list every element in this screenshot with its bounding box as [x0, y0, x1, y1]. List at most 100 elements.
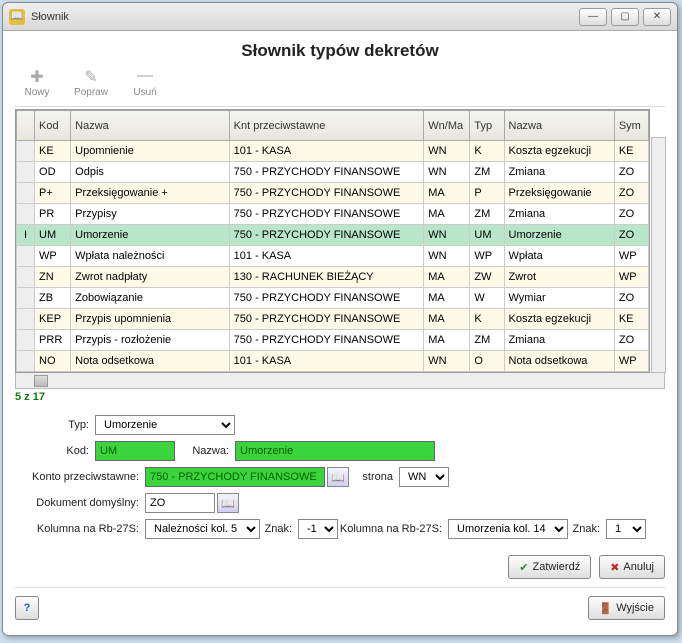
label-konto: Konto przeciwstawne: — [15, 471, 145, 483]
cross-icon: ✖ — [610, 561, 619, 574]
grid-outer: Kod Nazwa Knt przeciwstawne Wn/Ma Typ Na… — [15, 107, 650, 373]
table-row[interactable]: ODOdpis750 - PRZYCHODY FINANSOWEWNZMZmia… — [17, 162, 649, 183]
rb27s-2-select[interactable]: Umorzenia kol. 14 — [448, 519, 568, 539]
cell-sym: KE — [614, 309, 648, 330]
window: 📖 Słownik — ▢ ✕ Słownik typów dekretów ✚… — [2, 2, 678, 636]
table-row[interactable]: IUMUmorzenie750 - PRZYCHODY FINANSOWEWNU… — [17, 225, 649, 246]
cell-wnma: MA — [424, 309, 470, 330]
cancel-button[interactable]: ✖Anuluj — [599, 555, 665, 579]
cell-nazwa: Przypisy — [71, 204, 230, 225]
cell-nazwa: Zobowiązanie — [71, 288, 230, 309]
cell-knt: 750 - PRZYCHODY FINANSOWE — [229, 183, 424, 204]
col-knt[interactable]: Knt przeciwstawne — [229, 111, 424, 141]
cell-sym: ZO — [614, 183, 648, 204]
row-indicator — [17, 162, 35, 183]
znak-2-select[interactable]: 1 — [606, 519, 646, 539]
cell-typ: ZM — [470, 330, 504, 351]
dokument-lookup-button[interactable]: 📖 — [217, 493, 239, 513]
strona-select[interactable]: WN — [399, 467, 449, 487]
konto-field[interactable]: 750 - PRZYCHODY FINANSOWE — [145, 467, 325, 487]
col-nazwa2[interactable]: Nazwa — [504, 111, 614, 141]
book-icon: 📖 — [331, 471, 345, 484]
label-nazwa: Nazwa: — [175, 445, 235, 457]
cell-knt: 101 - KASA — [229, 246, 424, 267]
col-typ[interactable]: Typ — [470, 111, 504, 141]
vertical-scrollbar[interactable] — [651, 137, 666, 373]
col-kod[interactable]: Kod — [35, 111, 71, 141]
table-row[interactable]: PRPrzypisy750 - PRZYCHODY FINANSOWEMAZMZ… — [17, 204, 649, 225]
table-row[interactable]: KEUpomnienie101 - KASAWNKKoszta egzekucj… — [17, 141, 649, 162]
table-row[interactable]: NONota odsetkowa101 - KASAWNONota odsetk… — [17, 351, 649, 372]
cell-kod: KEP — [35, 309, 71, 330]
cell-kod: ZN — [35, 267, 71, 288]
cell-typ: WP — [470, 246, 504, 267]
confirm-button[interactable]: ✔Zatwierdź — [508, 555, 591, 579]
table-row[interactable]: KEPPrzypis upomnienia750 - PRZYCHODY FIN… — [17, 309, 649, 330]
rb27s-1-select[interactable]: Należności kol. 5 — [145, 519, 260, 539]
cell-sym: ZO — [614, 330, 648, 351]
cell-nazwa2: Wpłata — [504, 246, 614, 267]
help-button[interactable]: ? — [15, 596, 39, 620]
table-row[interactable]: WPWpłata należności101 - KASAWNWPWpłataW… — [17, 246, 649, 267]
header-row: Kod Nazwa Knt przeciwstawne Wn/Ma Typ Na… — [17, 111, 649, 141]
cell-nazwa2: Zwrot — [504, 267, 614, 288]
cell-sym: ZO — [614, 288, 648, 309]
cell-sym: ZO — [614, 225, 648, 246]
col-sym[interactable]: Sym — [614, 111, 648, 141]
cell-nazwa2: Koszta egzekucji — [504, 309, 614, 330]
table-row[interactable]: ZNZwrot nadpłaty130 - RACHUNEK BIEŻĄCYMA… — [17, 267, 649, 288]
cell-nazwa2: Umorzenie — [504, 225, 614, 246]
cell-knt: 750 - PRZYCHODY FINANSOWE — [229, 309, 424, 330]
table-row[interactable]: PRRPrzypis - rozłożenie750 - PRZYCHODY F… — [17, 330, 649, 351]
app-icon: 📖 — [9, 9, 25, 25]
horizontal-scrollbar[interactable] — [15, 373, 665, 389]
delete-button[interactable]: — Usuń — [125, 67, 165, 98]
data-grid[interactable]: Kod Nazwa Knt przeciwstawne Wn/Ma Typ Na… — [15, 109, 650, 373]
record-counter: 5 z 17 — [15, 389, 665, 411]
cell-wnma: WN — [424, 225, 470, 246]
label-znak-2: Znak: — [568, 523, 606, 535]
titlebar[interactable]: 📖 Słownik — ▢ ✕ — [3, 3, 677, 31]
footer: ? 🚪Wyjście — [15, 587, 665, 620]
edit-button[interactable]: ✎ Popraw — [71, 67, 111, 98]
table-row[interactable]: ZBZobowiązanie750 - PRZYCHODY FINANSOWEM… — [17, 288, 649, 309]
row-indicator — [17, 246, 35, 267]
cell-nazwa: Wpłata należności — [71, 246, 230, 267]
typ-select[interactable]: Umorzenie — [95, 415, 235, 435]
cell-knt: 130 - RACHUNEK BIEŻĄCY — [229, 267, 424, 288]
label-rb27s-1: Kolumna na Rb-27S: — [15, 523, 145, 535]
rowheader-col — [17, 111, 35, 141]
nazwa-field[interactable]: Umorzenie — [235, 441, 435, 461]
konto-lookup-button[interactable]: 📖 — [327, 467, 349, 487]
dokument-field[interactable] — [145, 493, 215, 513]
cell-sym: ZO — [614, 162, 648, 183]
minimize-button[interactable]: — — [579, 8, 607, 26]
plus-icon: ✚ — [30, 67, 43, 85]
cell-nazwa: Przypis - rozłożenie — [71, 330, 230, 351]
cell-sym: ZO — [614, 204, 648, 225]
cell-typ: ZM — [470, 162, 504, 183]
col-wnma[interactable]: Wn/Ma — [424, 111, 470, 141]
check-icon: ✔ — [519, 561, 528, 574]
cell-typ: K — [470, 141, 504, 162]
cell-wnma: WN — [424, 351, 470, 372]
maximize-button[interactable]: ▢ — [611, 8, 639, 26]
row-indicator — [17, 183, 35, 204]
kod-field[interactable]: UM — [95, 441, 175, 461]
znak-1-select[interactable]: -1 — [298, 519, 338, 539]
col-nazwa[interactable]: Nazwa — [71, 111, 230, 141]
cell-knt: 750 - PRZYCHODY FINANSOWE — [229, 162, 424, 183]
cell-kod: PR — [35, 204, 71, 225]
cell-wnma: WN — [424, 141, 470, 162]
cell-kod: P+ — [35, 183, 71, 204]
page-title: Słownik typów dekretów — [15, 39, 665, 67]
form-buttons: ✔Zatwierdź ✖Anuluj — [15, 555, 665, 579]
scroll-thumb[interactable] — [34, 375, 48, 387]
table-row[interactable]: P+Przeksięgowanie +750 - PRZYCHODY FINAN… — [17, 183, 649, 204]
cell-typ: UM — [470, 225, 504, 246]
new-button[interactable]: ✚ Nowy — [17, 67, 57, 98]
label-dokument: Dokument domyślny: — [15, 497, 145, 509]
exit-button[interactable]: 🚪Wyjście — [588, 596, 666, 620]
row-indicator: I — [17, 225, 35, 246]
close-button[interactable]: ✕ — [643, 8, 671, 26]
